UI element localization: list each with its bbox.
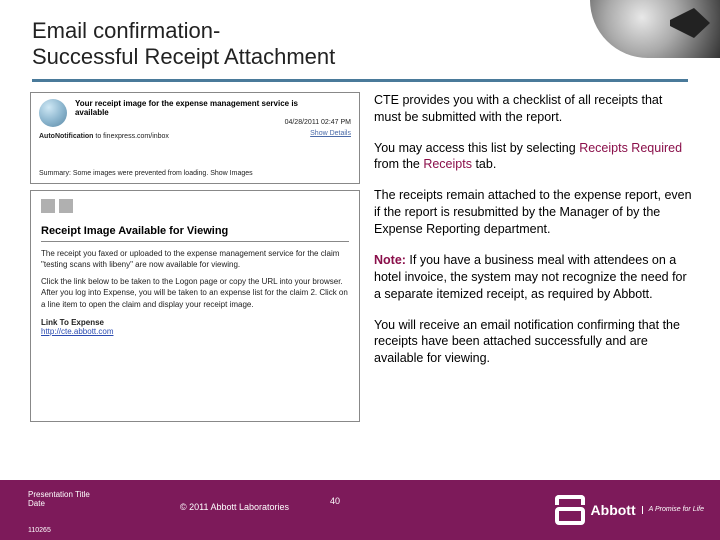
summary-label: Summary: xyxy=(39,170,71,177)
title-line-1: Email confirmation- xyxy=(32,18,220,43)
footer-page-number: 40 xyxy=(330,496,340,506)
note-label: Note: xyxy=(374,253,406,267)
footer-code: 110265 xyxy=(28,527,51,534)
email-body-heading: Receipt Image Available for Viewing xyxy=(41,225,349,237)
right-p1: CTE provides you with a checklist of all… xyxy=(374,92,692,126)
tool-icon xyxy=(41,199,55,213)
right-note: Note: If you have a business meal with a… xyxy=(374,252,692,303)
abbott-logo-text: Abbott xyxy=(591,502,636,518)
show-details-link[interactable]: Show Details xyxy=(285,130,351,137)
explanation-text: CTE provides you with a checklist of all… xyxy=(374,92,696,422)
expense-url-link[interactable]: http://cte.abbott.com xyxy=(41,327,113,336)
right-p3: The receipts remain attached to the expe… xyxy=(374,187,692,238)
email-to: to finexpress.com/inbox xyxy=(95,133,169,140)
slide-title: Email confirmation- Successful Receipt A… xyxy=(32,18,688,71)
right-p5: You will receive an email notification c… xyxy=(374,317,692,368)
slide-footer: Presentation Title Date © 2011 Abbott La… xyxy=(0,480,720,540)
email-body-p2: Click the link below to be taken to the … xyxy=(41,276,349,310)
abbott-mark-icon xyxy=(555,495,585,525)
receipts-required-hl: Receipts Required xyxy=(579,141,682,155)
summary-text: Some images were prevented from loading.… xyxy=(73,170,253,177)
footer-copyright: © 2011 Abbott Laboratories xyxy=(180,502,289,512)
email-timestamp: 04/28/2011 02:47 PM xyxy=(285,119,351,126)
title-line-2: Successful Receipt Attachment xyxy=(32,44,335,69)
email-body-p1: The receipt you faxed or uploaded to the… xyxy=(41,248,349,270)
email-body-panel: Receipt Image Available for Viewing The … xyxy=(30,190,360,422)
email-header-panel: Your receipt image for the expense manag… xyxy=(30,92,360,184)
email-subject: Your receipt image for the expense manag… xyxy=(75,99,315,117)
divider xyxy=(41,241,349,242)
globe-icon xyxy=(39,99,67,127)
receipts-tab-hl: Receipts xyxy=(423,157,472,171)
auto-notification-label: AutoNotification xyxy=(39,133,93,140)
tool-icon xyxy=(59,199,73,213)
title-underline xyxy=(32,79,688,82)
abbott-logo: Abbott A Promise for Life xyxy=(555,480,704,540)
abbott-tagline: A Promise for Life xyxy=(642,506,704,514)
right-p2: You may access this list by selecting Re… xyxy=(374,140,692,174)
link-label: Link To Expense xyxy=(41,318,349,327)
toolbar-icons xyxy=(41,199,349,221)
